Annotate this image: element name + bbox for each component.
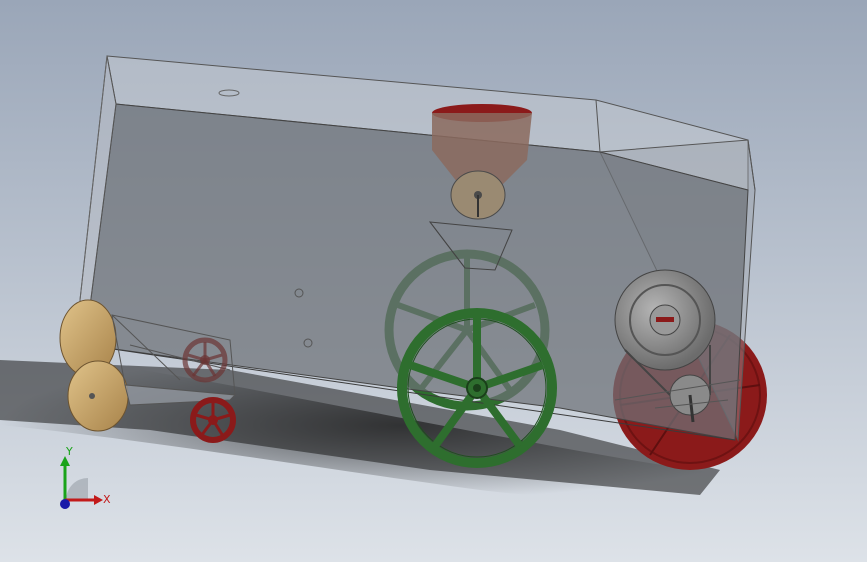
- y-axis-label: Y: [65, 445, 73, 458]
- axis-triad[interactable]: Y X: [60, 445, 111, 509]
- cad-scene: Y X: [0, 55, 800, 509]
- z-axis-dot: [60, 499, 70, 509]
- cad-viewport[interactable]: Y X: [0, 0, 867, 562]
- x-axis-label: X: [103, 493, 111, 506]
- triad-plane-icon: [66, 478, 88, 500]
- x-axis-arrowhead: [94, 495, 103, 505]
